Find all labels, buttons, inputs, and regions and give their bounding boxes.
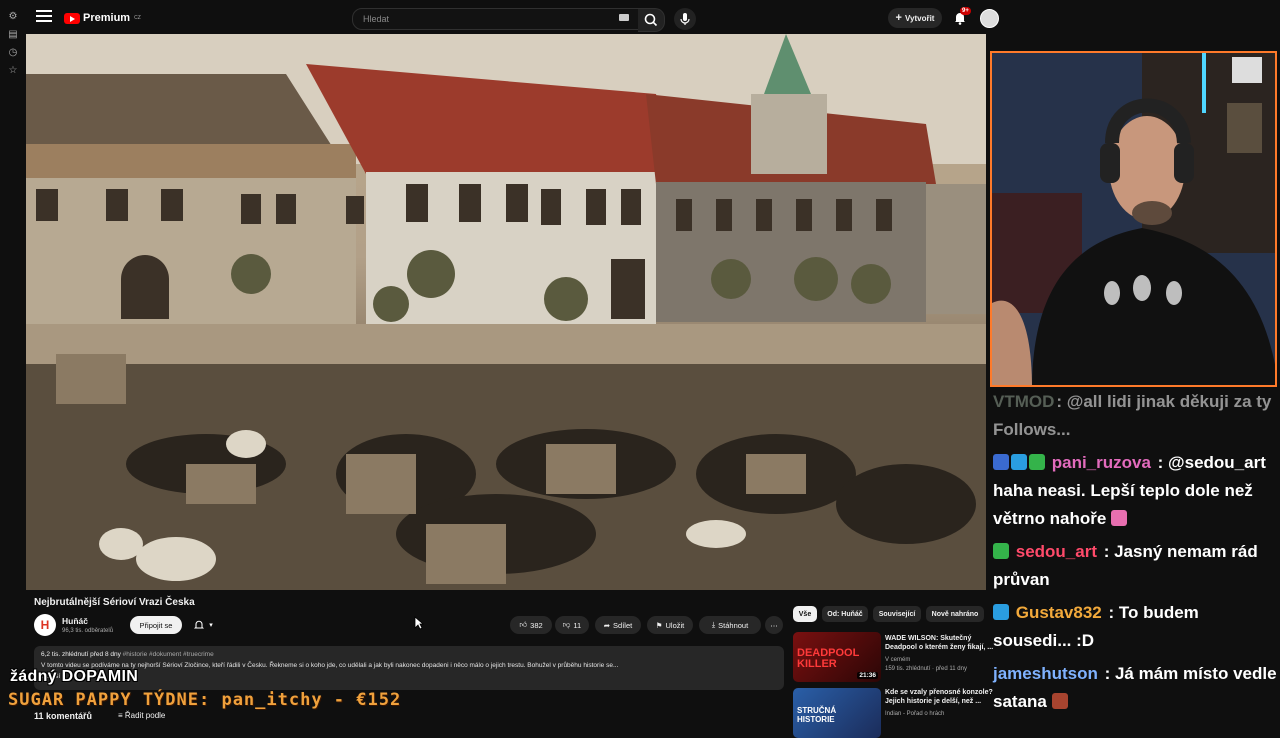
create-label: Vytvořit [904,13,935,23]
chat-message: jameshutson : Já mám místo vedle satana [993,660,1280,716]
gem-badge-icon [1011,454,1027,470]
stream-overlay-ticker: SUGAR PAPPY TÝDNE: pan_itchy - €152 [8,690,402,710]
share-button[interactable]: ➦ Sdílet [595,616,641,634]
description-meta: 6,2 tis. zhlédnutí před 8 dny #historie … [41,651,214,658]
chat-message: Gustav832 : To budem sousedi... :D [993,599,1280,655]
recommendation-channel[interactable]: Indian - Pořad o hrách [885,710,944,718]
channel-subscribers: 96,3 tis. odběratelů [62,628,114,634]
sub-badge-icon [993,543,1009,559]
chat-username: pani_ruzova [1051,453,1151,472]
search-button[interactable] [638,8,665,32]
sort-comments-button[interactable]: ≡ Řadit podle [118,711,165,720]
channel-avatar[interactable]: H [34,614,56,636]
chat-message: VTMOD: @all lidi jinak děkuji za ty Foll… [993,388,1280,444]
star-icon[interactable]: ☆ [6,64,20,78]
video-player[interactable] [26,34,986,590]
hashtags[interactable]: #historie #dokument #truecrime [123,651,214,658]
save-button[interactable]: ⚑ Uložit [647,616,693,634]
chip-recently-uploaded[interactable]: Nově nahráno [926,606,984,622]
channel-name[interactable]: Huňáč [62,616,88,626]
thumbs-down-icon: 👎︎ [562,620,571,629]
library-icon[interactable]: ▤ [6,28,20,42]
recommendation-title[interactable]: Kde se vzaly přenosné konzole? Jejich hi… [885,688,995,706]
stream-chat: VTMOD: @all lidi jinak děkuji za ty Foll… [993,388,1280,720]
search-icon [644,13,658,27]
share-icon: ➦ [603,620,611,630]
youtube-play-icon [64,12,80,24]
gem-badge-icon [993,604,1009,620]
stream-overlay-text: žádný DOPAMIN [10,668,139,685]
chat-username: sedou_art [1015,542,1097,561]
thumbnail-caption: STRUČNÁ HISTORIE [797,706,837,724]
create-button[interactable]: + Vytvořit [888,8,942,28]
bow-emote-icon [1111,510,1128,526]
views-date: 6,2 tis. zhlédnutí před 8 dny [41,651,121,658]
recommendation-meta: 159 tis. zhlédnutí · před 11 dny [885,666,967,672]
sort-label: Řadit podle [124,711,166,720]
account-avatar[interactable] [980,9,999,28]
download-label: Stáhnout [718,620,749,630]
history-icon[interactable]: ◷ [6,46,20,60]
bell-icon [194,620,205,629]
more-vert-icon: ⋯ [770,620,778,630]
share-label: Sdílet [613,620,633,630]
streamer-image [992,53,1275,385]
save-label: Uložit [665,620,685,630]
microphone-button[interactable] [674,8,696,30]
thumbnail-caption: DEADPOOL KILLER [797,647,860,670]
recommendation-channel[interactable]: V cemém [885,656,910,664]
youtube-logo[interactable]: Premium CZ [64,10,141,26]
webcam-overlay [990,51,1277,387]
chat-message: sedou_art : Jasný nemam rád průvan [993,538,1280,594]
left-rail: ⚙ ▤ ◷ ☆ [0,0,26,720]
logo-region: CZ [134,15,141,21]
logo-text: Premium [83,12,131,24]
chat-username: Gustav832 [1015,603,1102,622]
like-count: 382 [530,620,543,630]
dislike-button[interactable]: 👎︎ 11 [555,616,589,634]
mouse-cursor-icon [414,616,424,630]
twitch-badge-icon [993,454,1009,470]
bookmark-icon: ⚑ [655,620,663,630]
video-description[interactable]: 6,2 tis. zhlédnutí před 8 dny #historie … [34,646,784,690]
recommendation-thumbnail[interactable]: STRUČNÁ HISTORIE [793,688,881,738]
sort-icon: ≡ [118,711,123,720]
dislike-count: 11 [573,620,582,630]
menu-icon[interactable] [36,10,52,24]
chip-from-channel[interactable]: Od: Huňáč [822,606,868,622]
chip-all[interactable]: Vše [793,606,817,622]
keyboard-icon[interactable] [619,14,629,21]
chevron-down-icon: ▾ [209,622,213,629]
plus-icon: + [895,12,902,24]
join-button[interactable]: Připojit se [130,616,182,634]
download-icon: ⤓ [711,620,716,629]
devil-emote-icon [1051,693,1068,709]
sub-badge-icon [1029,454,1045,470]
more-actions-button[interactable]: ⋯ [765,616,783,634]
settings-icon[interactable]: ⚙ [6,10,20,24]
chat-username: jameshutson [993,664,1098,683]
subscription-bell-button[interactable]: ▾ [186,616,220,634]
search-box [352,8,640,30]
chat-message: pani_ruzova : @sedou_art haha neasi. Lep… [993,449,1280,533]
notifications-badge: 9+ [960,7,971,15]
video-duration: 21:36 [857,672,878,679]
microphone-icon [680,13,690,25]
chip-related[interactable]: Související [873,606,921,622]
download-button[interactable]: ⤓ Stáhnout [699,616,761,634]
recommendation-thumbnail[interactable]: DEADPOOL KILLER 21:36 [793,632,881,682]
like-button[interactable]: 👍︎ 382 [510,616,552,634]
chat-username: VTMOD [993,392,1055,411]
thumbs-up-icon: 👍︎ [519,620,528,629]
search-input[interactable] [353,9,613,29]
video-title: Nejbrutálnější Sérioví Vrazi Česka [34,597,195,608]
top-bar: Premium CZ + Vytvořit 9+ [26,0,1012,34]
video-frame-image [26,34,986,590]
recommendation-title[interactable]: WADE WILSON: Skutečný Deadpool o kterém … [885,634,995,652]
